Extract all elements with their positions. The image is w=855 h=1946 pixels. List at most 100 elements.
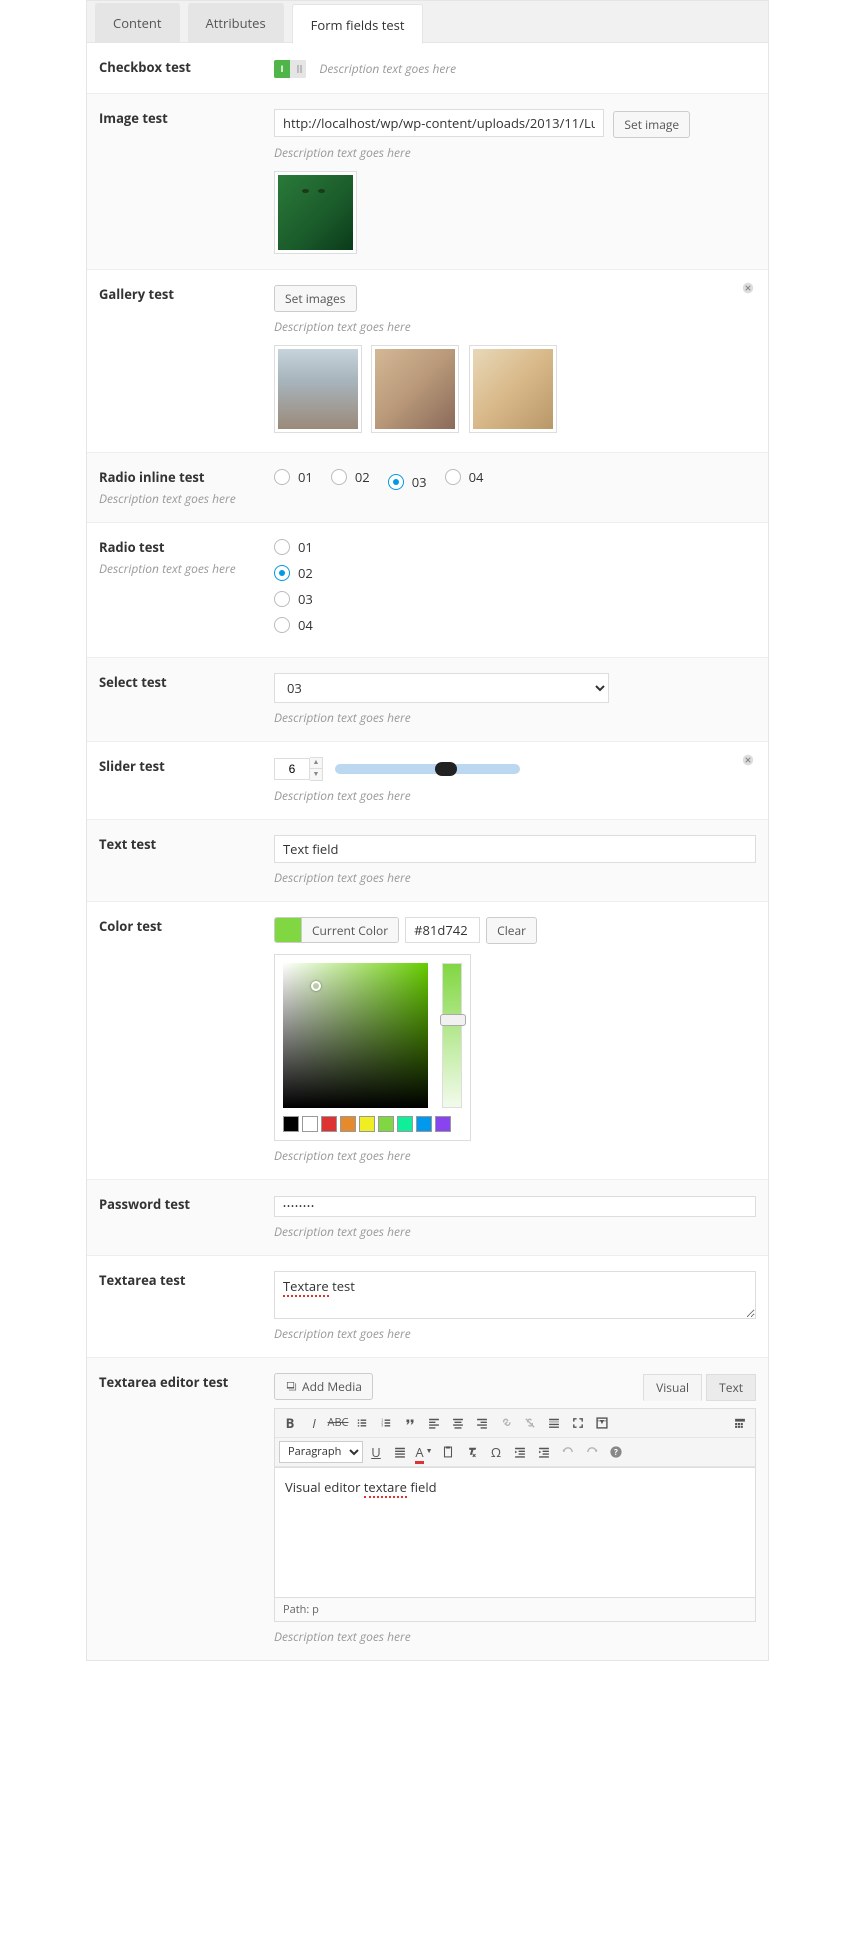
password-input[interactable] (274, 1196, 756, 1217)
spinner-up-icon[interactable]: ▲ (310, 758, 322, 769)
radio-option-02[interactable]: 02 (274, 564, 738, 582)
editor-tab-visual[interactable]: Visual (643, 1374, 702, 1401)
select-input[interactable]: 03 (274, 673, 609, 703)
row-editor: Textarea editor test Add Media Visual Te… (87, 1358, 768, 1660)
radio-option-01[interactable]: 01 (274, 538, 738, 556)
radio-option-label: 01 (298, 538, 313, 556)
image-thumbnail[interactable] (274, 171, 357, 254)
tab-attributes[interactable]: Attributes (188, 3, 284, 43)
radio-inline-option-04[interactable]: 04 (445, 468, 484, 486)
spinner-down-icon[interactable]: ▼ (310, 769, 322, 780)
color-preset[interactable] (378, 1116, 394, 1132)
radio-inline-option-01[interactable]: 01 (274, 468, 313, 486)
color-preset[interactable] (340, 1116, 356, 1132)
color-hex-input[interactable] (405, 917, 480, 943)
row-slider: Slider test ▲ ▼ Description text goes he… (87, 742, 768, 820)
slider-number-input[interactable] (274, 758, 310, 780)
alpha-slider[interactable] (442, 963, 462, 1108)
radio-inline-option-03[interactable]: 03 (388, 473, 427, 491)
redo-icon[interactable] (581, 1441, 603, 1463)
color-clear-button[interactable]: Clear (486, 917, 537, 944)
radio-icon (274, 469, 290, 485)
password-label: Password test (99, 1195, 264, 1213)
text-input[interactable] (274, 835, 756, 863)
radio-label: Radio test (99, 538, 264, 556)
color-preset[interactable] (416, 1116, 432, 1132)
color-preset[interactable] (397, 1116, 413, 1132)
row-select: Select test 03 Description text goes her… (87, 658, 768, 742)
tab-content[interactable]: Content (95, 3, 180, 43)
more-icon[interactable] (543, 1412, 565, 1434)
checkbox-label: Checkbox test (99, 58, 264, 76)
gallery-desc: Description text goes here (274, 318, 756, 335)
radio-option-03[interactable]: 03 (274, 590, 738, 608)
password-desc: Description text goes here (274, 1223, 756, 1240)
color-swatch-icon (275, 918, 301, 942)
slider-handle[interactable] (435, 762, 457, 776)
underline-icon[interactable]: U (365, 1441, 387, 1463)
strike-icon[interactable]: ABC (327, 1412, 349, 1434)
gallery-thumb-2[interactable] (371, 345, 459, 433)
gallery-thumb-1[interactable] (274, 345, 362, 433)
image-url-input[interactable] (274, 109, 604, 137)
outdent-icon[interactable] (509, 1441, 531, 1463)
checkbox-toggle[interactable]: I (274, 60, 306, 78)
radio-icon (274, 565, 290, 581)
saturation-cursor-icon[interactable] (311, 981, 321, 991)
set-images-button[interactable]: Set images (274, 285, 357, 312)
saturation-box[interactable] (283, 963, 428, 1108)
paste-text-icon[interactable] (437, 1441, 459, 1463)
bullet-list-icon[interactable] (351, 1412, 373, 1434)
radio-icon (274, 617, 290, 633)
row-image: Image test Set image Description text go… (87, 94, 768, 270)
slider-spinner[interactable]: ▲ ▼ (310, 757, 323, 781)
align-left-icon[interactable] (423, 1412, 445, 1434)
paragraph-select[interactable]: Paragraph (279, 1441, 363, 1463)
radio-option-label: 04 (469, 468, 484, 486)
indent-icon[interactable] (533, 1441, 555, 1463)
special-char-icon[interactable]: Ω (485, 1441, 507, 1463)
italic-icon[interactable]: I (303, 1412, 325, 1434)
color-preset[interactable] (283, 1116, 299, 1132)
help-icon[interactable]: ? (605, 1441, 627, 1463)
color-preset[interactable] (435, 1116, 451, 1132)
color-preset[interactable] (302, 1116, 318, 1132)
svg-text:3: 3 (381, 1423, 383, 1428)
row-textarea: Textarea test Textare test Description t… (87, 1256, 768, 1358)
link-icon[interactable] (495, 1412, 517, 1434)
add-media-button[interactable]: Add Media (274, 1373, 373, 1400)
undo-icon[interactable] (557, 1441, 579, 1463)
editor-content[interactable]: Visual editor textare field (274, 1468, 756, 1598)
text-color-icon[interactable]: A▼ (413, 1441, 435, 1463)
current-color-button[interactable]: Current Color (274, 917, 399, 943)
set-image-button[interactable]: Set image (613, 111, 690, 138)
editor-tab-text[interactable]: Text (706, 1374, 756, 1401)
toolbar-toggle-icon[interactable] (729, 1412, 751, 1434)
color-preset[interactable] (359, 1116, 375, 1132)
align-center-icon[interactable] (447, 1412, 469, 1434)
gallery-thumb-3[interactable] (469, 345, 557, 433)
color-preset[interactable] (321, 1116, 337, 1132)
radio-inline-option-02[interactable]: 02 (331, 468, 370, 486)
quote-icon[interactable] (399, 1412, 421, 1434)
clear-format-icon[interactable] (461, 1441, 483, 1463)
tab-form-fields[interactable]: Form fields test (292, 4, 424, 44)
textarea-input[interactable]: Textare test (274, 1271, 756, 1319)
number-list-icon[interactable]: 123 (375, 1412, 397, 1434)
gallery-label: Gallery test (99, 285, 264, 303)
distraction-free-icon[interactable]: ▼ (591, 1412, 613, 1434)
slider-remove-icon[interactable] (742, 752, 756, 766)
justify-icon[interactable] (389, 1441, 411, 1463)
editor-path: Path: p (274, 1598, 756, 1622)
slider-track[interactable] (335, 764, 520, 774)
bold-icon[interactable]: B (279, 1412, 301, 1434)
gallery-remove-icon[interactable] (742, 280, 756, 294)
radio-option-04[interactable]: 04 (274, 616, 738, 634)
editor-desc: Description text goes here (274, 1628, 756, 1645)
unlink-icon[interactable] (519, 1412, 541, 1434)
alpha-handle[interactable] (440, 1014, 466, 1026)
tab-bar: Content Attributes Form fields test (87, 1, 768, 43)
align-right-icon[interactable] (471, 1412, 493, 1434)
fullscreen-icon[interactable] (567, 1412, 589, 1434)
checkbox-desc: Description text goes here (319, 60, 456, 77)
